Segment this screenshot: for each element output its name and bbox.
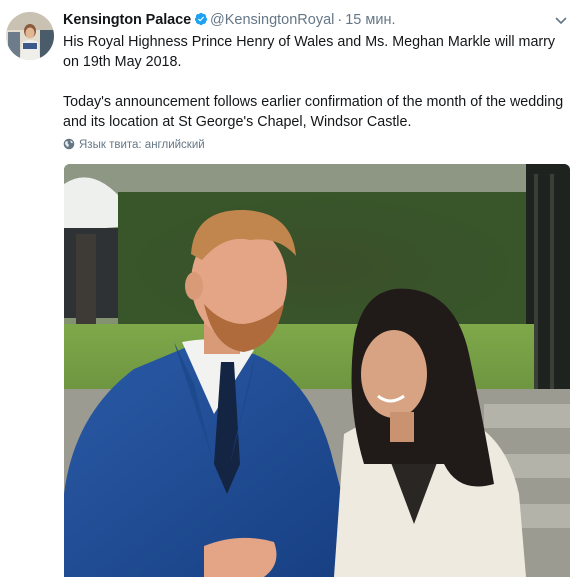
tweet-header: Kensington Palace @KensingtonRoyal · 15 мин… [63, 11, 570, 31]
separator-dot: · [337, 12, 343, 28]
globe-icon [63, 138, 75, 153]
verified-badge-icon [194, 12, 208, 31]
display-name[interactable]: Kensington Palace [63, 12, 191, 28]
tweet-timestamp[interactable]: 15 мин. [345, 12, 395, 28]
chevron-down-icon[interactable] [555, 14, 567, 32]
tweet: Kensington Palace @KensingtonRoyal · 15 мин… [0, 0, 582, 577]
tweet-language: Язык твита: английский [63, 138, 205, 153]
tweet-text: His Royal Highness Prince Henry of Wales… [63, 32, 568, 132]
tweet-paragraph: His Royal Highness Prince Henry of Wales… [63, 34, 556, 70]
tweet-photo[interactable] [64, 164, 570, 577]
tweet-paragraph: Today's announcement follows earlier con… [63, 94, 564, 130]
user-handle[interactable]: @KensingtonRoyal [210, 12, 334, 28]
tweet-language-label[interactable]: Язык твита: английский [79, 139, 205, 151]
avatar[interactable] [6, 12, 54, 60]
